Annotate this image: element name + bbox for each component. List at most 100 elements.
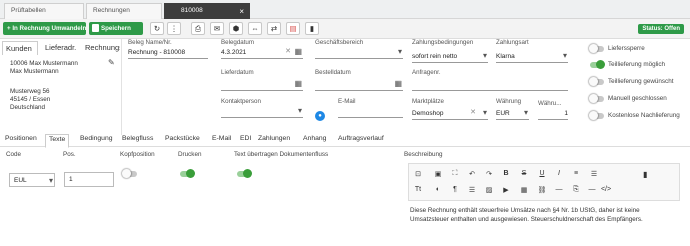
- save-button[interactable]: Speichern: [89, 22, 143, 35]
- belegdatum-label: Belegdatum: [221, 39, 255, 46]
- bestelldatum-field[interactable]: ▦: [315, 79, 403, 91]
- anfragenr-field[interactable]: [412, 79, 568, 91]
- italic-icon[interactable]: I: [553, 170, 565, 177]
- fullscreen-icon[interactable]: ⛶: [449, 170, 461, 178]
- belegdatum-field[interactable]: 4.3.2021 ✕ ▦: [221, 47, 303, 59]
- paragraph-icon[interactable]: ¶: [449, 186, 461, 193]
- tab-lieferadresse[interactable]: Lieferadr.: [42, 41, 79, 55]
- delete-icon[interactable]: ▮: [305, 22, 319, 35]
- toggle-kostenlose-nachlieferung[interactable]: [589, 111, 604, 120]
- email-field[interactable]: [338, 106, 403, 118]
- document-tabs: Positionen Texte Bedingung Belegfluss Pa…: [0, 133, 690, 148]
- beleg-field[interactable]: Rechnung - 810008: [128, 47, 208, 59]
- color-icon[interactable]: ◐: [432, 186, 444, 193]
- view-icon[interactable]: ▣: [432, 170, 444, 178]
- undo-icon[interactable]: ↶: [466, 170, 478, 178]
- waehrung-select[interactable]: EUR ▾: [496, 108, 529, 120]
- convert-to-invoice-button[interactable]: + In Rechnung Umwandeln: [3, 22, 86, 35]
- toggle-teillieferung-moeglich[interactable]: [590, 60, 605, 69]
- tab-anhang[interactable]: Anhang: [303, 135, 326, 142]
- geschaeftsbereich-select[interactable]: ▾: [315, 47, 403, 59]
- zahlungsbedingungen-select[interactable]: sofort rein netto ▾: [412, 51, 488, 63]
- mail-icon[interactable]: ✉: [210, 22, 224, 35]
- zahlungsart-value: Klarna: [496, 53, 515, 60]
- tab-positionen[interactable]: Positionen: [5, 135, 37, 142]
- table-icon[interactable]: ▦: [518, 186, 530, 194]
- text-size-icon[interactable]: Tt: [412, 186, 424, 193]
- save-icon: [92, 24, 99, 32]
- source-icon[interactable]: ⊡: [412, 170, 424, 178]
- toggle-manuell-geschlossen[interactable]: [589, 94, 604, 103]
- pencil-icon[interactable]: ✎: [108, 58, 115, 67]
- description-editor[interactable]: Diese Rechnung enthält steuerfreie Umsät…: [410, 206, 678, 224]
- clear-icon[interactable]: ✕: [470, 108, 476, 116]
- underline-icon[interactable]: U: [536, 170, 548, 177]
- link-icon[interactable]: ⇔: [248, 22, 262, 35]
- marktplaetze-select[interactable]: Demoshop ✕ ▾: [412, 108, 488, 120]
- trash-icon[interactable]: ▮: [643, 170, 647, 179]
- tab-kunden[interactable]: Kunden: [2, 41, 38, 55]
- refresh-icon[interactable]: ↻: [150, 22, 164, 35]
- marktplaetze-value: Demoshop: [412, 110, 444, 117]
- file-tab-prueftabellen[interactable]: Prüftabellen: [4, 3, 84, 19]
- tab-belegfluss[interactable]: Belegfluss: [122, 135, 153, 142]
- address-line: Musterweg 56: [10, 88, 50, 95]
- toggle-knob: [243, 169, 252, 178]
- status-badge: Status: Offen: [638, 24, 684, 34]
- bold-icon[interactable]: B: [500, 170, 512, 177]
- calendar-icon[interactable]: ▦: [294, 47, 302, 56]
- code-icon[interactable]: </>: [600, 186, 612, 193]
- file-tab-rechnungen[interactable]: Rechnungen: [86, 3, 162, 19]
- clear-format-icon[interactable]: —: [586, 186, 598, 193]
- file-tab-810008[interactable]: 810008 ×: [164, 3, 250, 19]
- tag-icon[interactable]: ⬢: [229, 22, 243, 35]
- toggle-knob: [589, 77, 598, 86]
- file-tabs-bar: Prüftabellen Rechnungen 810008 ×: [0, 0, 690, 19]
- align-icon[interactable]: ☰: [466, 186, 478, 194]
- strikethrough-icon[interactable]: S: [518, 170, 530, 177]
- code-select[interactable]: EUL ▾: [9, 173, 55, 187]
- toggle-knob: [596, 60, 605, 69]
- print-icon[interactable]: ⎙: [191, 22, 205, 35]
- toggle-text-uebertragen[interactable]: [237, 169, 252, 178]
- tab-bedingung[interactable]: Bedingung: [80, 135, 113, 142]
- image-icon[interactable]: ▨: [483, 186, 495, 194]
- video-icon[interactable]: ▶: [500, 186, 512, 194]
- editor-toolbar: [408, 163, 680, 201]
- chevron-down-icon: ▾: [397, 47, 402, 56]
- redo-icon[interactable]: ↷: [483, 170, 495, 178]
- tab-texte[interactable]: Texte: [45, 134, 70, 148]
- waehrungskurs-field[interactable]: 1: [538, 108, 568, 120]
- tab-zahlungen[interactable]: Zahlungen: [258, 135, 290, 142]
- tab-email[interactable]: E-Mail: [212, 135, 231, 142]
- tab-packstuecke[interactable]: Packstücke: [165, 135, 200, 142]
- toggle-drucken[interactable]: [180, 169, 195, 178]
- calendar-icon[interactable]: ▦: [394, 79, 402, 88]
- horizontal-rule-icon[interactable]: ―: [553, 186, 565, 193]
- clear-icon[interactable]: ✕: [285, 47, 291, 55]
- zahlungsart-select[interactable]: Klarna ▾: [496, 51, 568, 63]
- toggle-kopfposition[interactable]: [122, 169, 137, 178]
- lieferdatum-field[interactable]: ▦: [221, 79, 303, 91]
- transfer-icon[interactable]: ⇄: [267, 22, 281, 35]
- chevron-down-icon: ▾: [297, 106, 302, 115]
- copy-format-icon[interactable]: ⎘: [570, 186, 582, 194]
- address-line: 10006 Max Mustermann: [10, 60, 78, 67]
- bullet-list-icon[interactable]: ≡: [570, 170, 582, 177]
- toggle-liefersperre[interactable]: [589, 44, 604, 53]
- more-options-icon[interactable]: ⋮: [167, 22, 181, 35]
- toggle-teillieferung-gewuenscht[interactable]: [589, 77, 604, 86]
- toggle-knob: [186, 169, 195, 178]
- tab-edi[interactable]: EDI: [240, 135, 251, 142]
- contact-person-icon[interactable]: ●: [315, 111, 325, 121]
- numbered-list-icon[interactable]: ☰: [588, 170, 600, 178]
- link-icon[interactable]: ⛓: [536, 186, 548, 194]
- tab-rechnungsadresse[interactable]: Rechnungsadr.: [82, 41, 120, 55]
- anfragenr-label: Anfragenr.: [412, 69, 441, 76]
- tab-auftragsverlauf[interactable]: Auftragsverlauf: [338, 135, 384, 142]
- kontaktperson-select[interactable]: ▾: [221, 106, 303, 118]
- calendar-icon[interactable]: ▦: [294, 79, 302, 88]
- close-icon[interactable]: ×: [239, 7, 244, 16]
- pdf-icon[interactable]: ▤: [286, 22, 300, 35]
- pos-input[interactable]: 1: [64, 172, 114, 187]
